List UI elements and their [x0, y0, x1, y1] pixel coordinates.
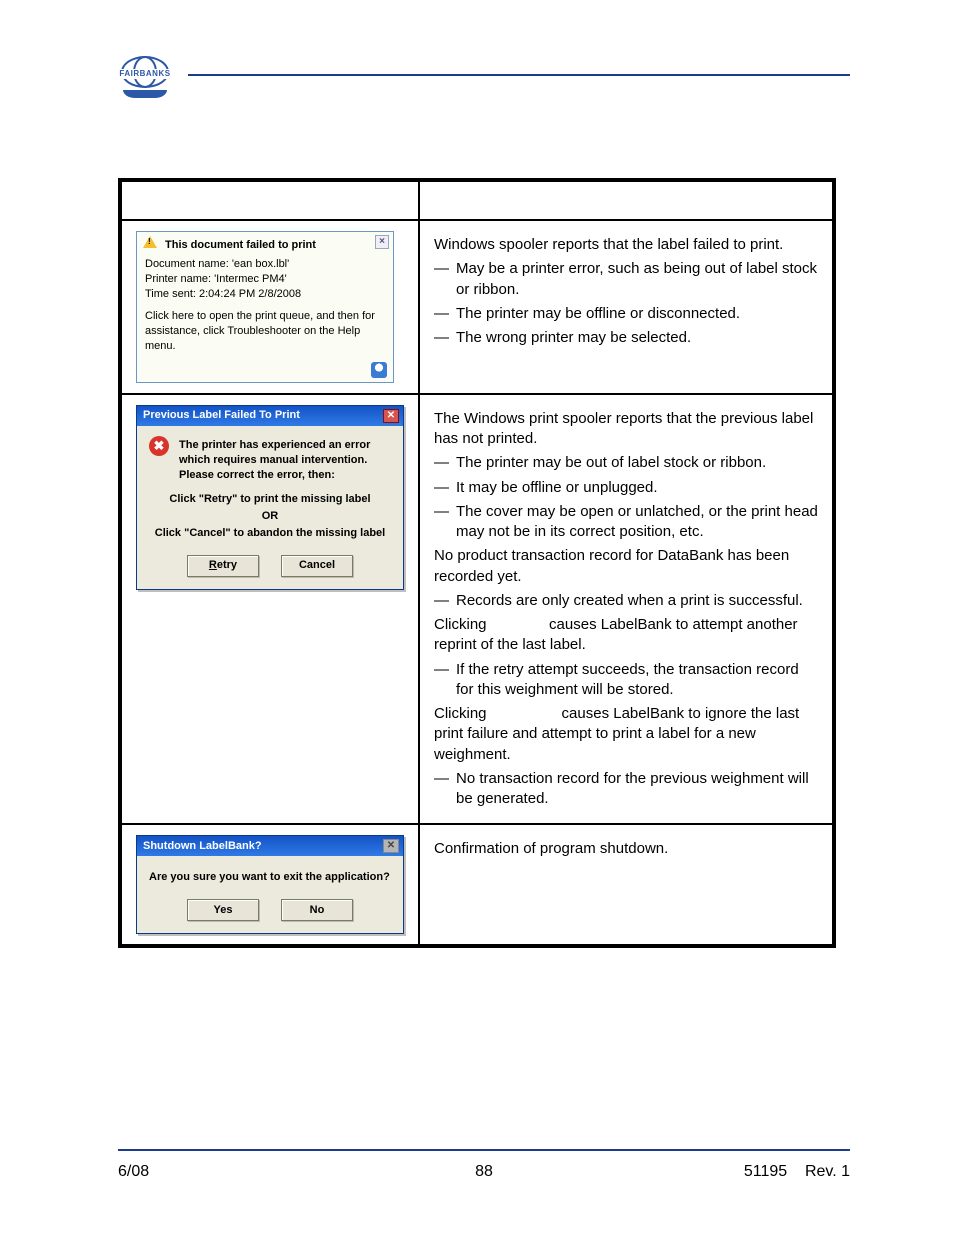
row2-p3: Clicking causes LabelBank to attempt ano…: [434, 615, 818, 656]
balloon-hint: Click here to open the print queue, and …: [145, 309, 385, 354]
balloon-doc-line: Document name: 'ean box.lbl': [145, 257, 385, 272]
shutdown-dialog: Shutdown LabelBank? ✕ Are you sure you w…: [136, 835, 404, 934]
error-reference-table: × This document failed to print Document…: [118, 178, 836, 948]
row2-bullet: It may be offline or unplugged.: [456, 478, 818, 498]
dialog-message: Are you sure you want to exit the applic…: [149, 870, 391, 885]
balloon-title: This document failed to print: [165, 238, 385, 253]
yes-button[interactable]: Yes: [187, 899, 259, 921]
row1-lead: Windows spooler reports that the label f…: [434, 235, 818, 255]
dialog-or: OR: [149, 509, 391, 524]
row2-bullet: If the retry attempt succeeds, the trans…: [456, 660, 818, 701]
row1-bullet: The printer may be offline or disconnect…: [456, 304, 818, 324]
row2-bullet: The cover may be open or unlatched, or t…: [456, 502, 818, 543]
row1-bullet: May be a printer error, such as being ou…: [456, 259, 818, 300]
retry-button[interactable]: Retry: [187, 555, 259, 577]
row3-desc: Confirmation of program shutdown.: [434, 839, 818, 859]
row2-p4: Clicking causes LabelBank to ignore the …: [434, 704, 818, 765]
dialog-title: Shutdown LabelBank?: [143, 839, 383, 854]
row1-bullet: The wrong printer may be selected.: [456, 328, 818, 348]
header-rule: [188, 74, 850, 76]
footer-page: 88: [118, 1163, 850, 1181]
balloon-prn-line: Printer name: 'Intermec PM4': [145, 272, 385, 287]
close-icon[interactable]: ×: [375, 235, 389, 249]
footer-rule: [118, 1149, 850, 1151]
brand-text: FAIRBANKS: [112, 69, 178, 79]
balloon-time-line: Time sent: 2:04:24 PM 2/8/2008: [145, 287, 385, 302]
print-failed-balloon: × This document failed to print Document…: [136, 231, 394, 383]
ribbon-icon: [123, 90, 167, 98]
error-icon: ✖: [149, 436, 169, 456]
no-button[interactable]: No: [281, 899, 353, 921]
row2-bullet: The printer may be out of label stock or…: [456, 453, 818, 473]
dialog-step: Click "Cancel" to abandon the missing la…: [149, 526, 391, 541]
row2-p1: The Windows print spooler reports that t…: [434, 409, 818, 450]
row2-p2: No product transaction record for DataBa…: [434, 546, 818, 587]
dialog-title: Previous Label Failed To Print: [143, 408, 383, 423]
warning-icon: [143, 236, 157, 248]
close-icon[interactable]: ✕: [383, 409, 399, 423]
page-footer: 6/08 88 51195 Rev. 1: [118, 1163, 850, 1181]
previous-label-failed-dialog: Previous Label Failed To Print ✕ ✖ The p…: [136, 405, 404, 590]
dialog-step: Click "Retry" to print the missing label: [149, 492, 391, 507]
dialog-message: The printer has experienced an error whi…: [179, 438, 391, 483]
fairbanks-logo: FAIRBANKS: [118, 56, 172, 100]
cancel-button[interactable]: Cancel: [281, 555, 353, 577]
printer-icon: [371, 362, 387, 378]
row2-bullet: Records are only created when a print is…: [456, 591, 818, 611]
row2-bullet: No transaction record for the previous w…: [456, 769, 818, 810]
close-icon[interactable]: ✕: [383, 839, 399, 853]
